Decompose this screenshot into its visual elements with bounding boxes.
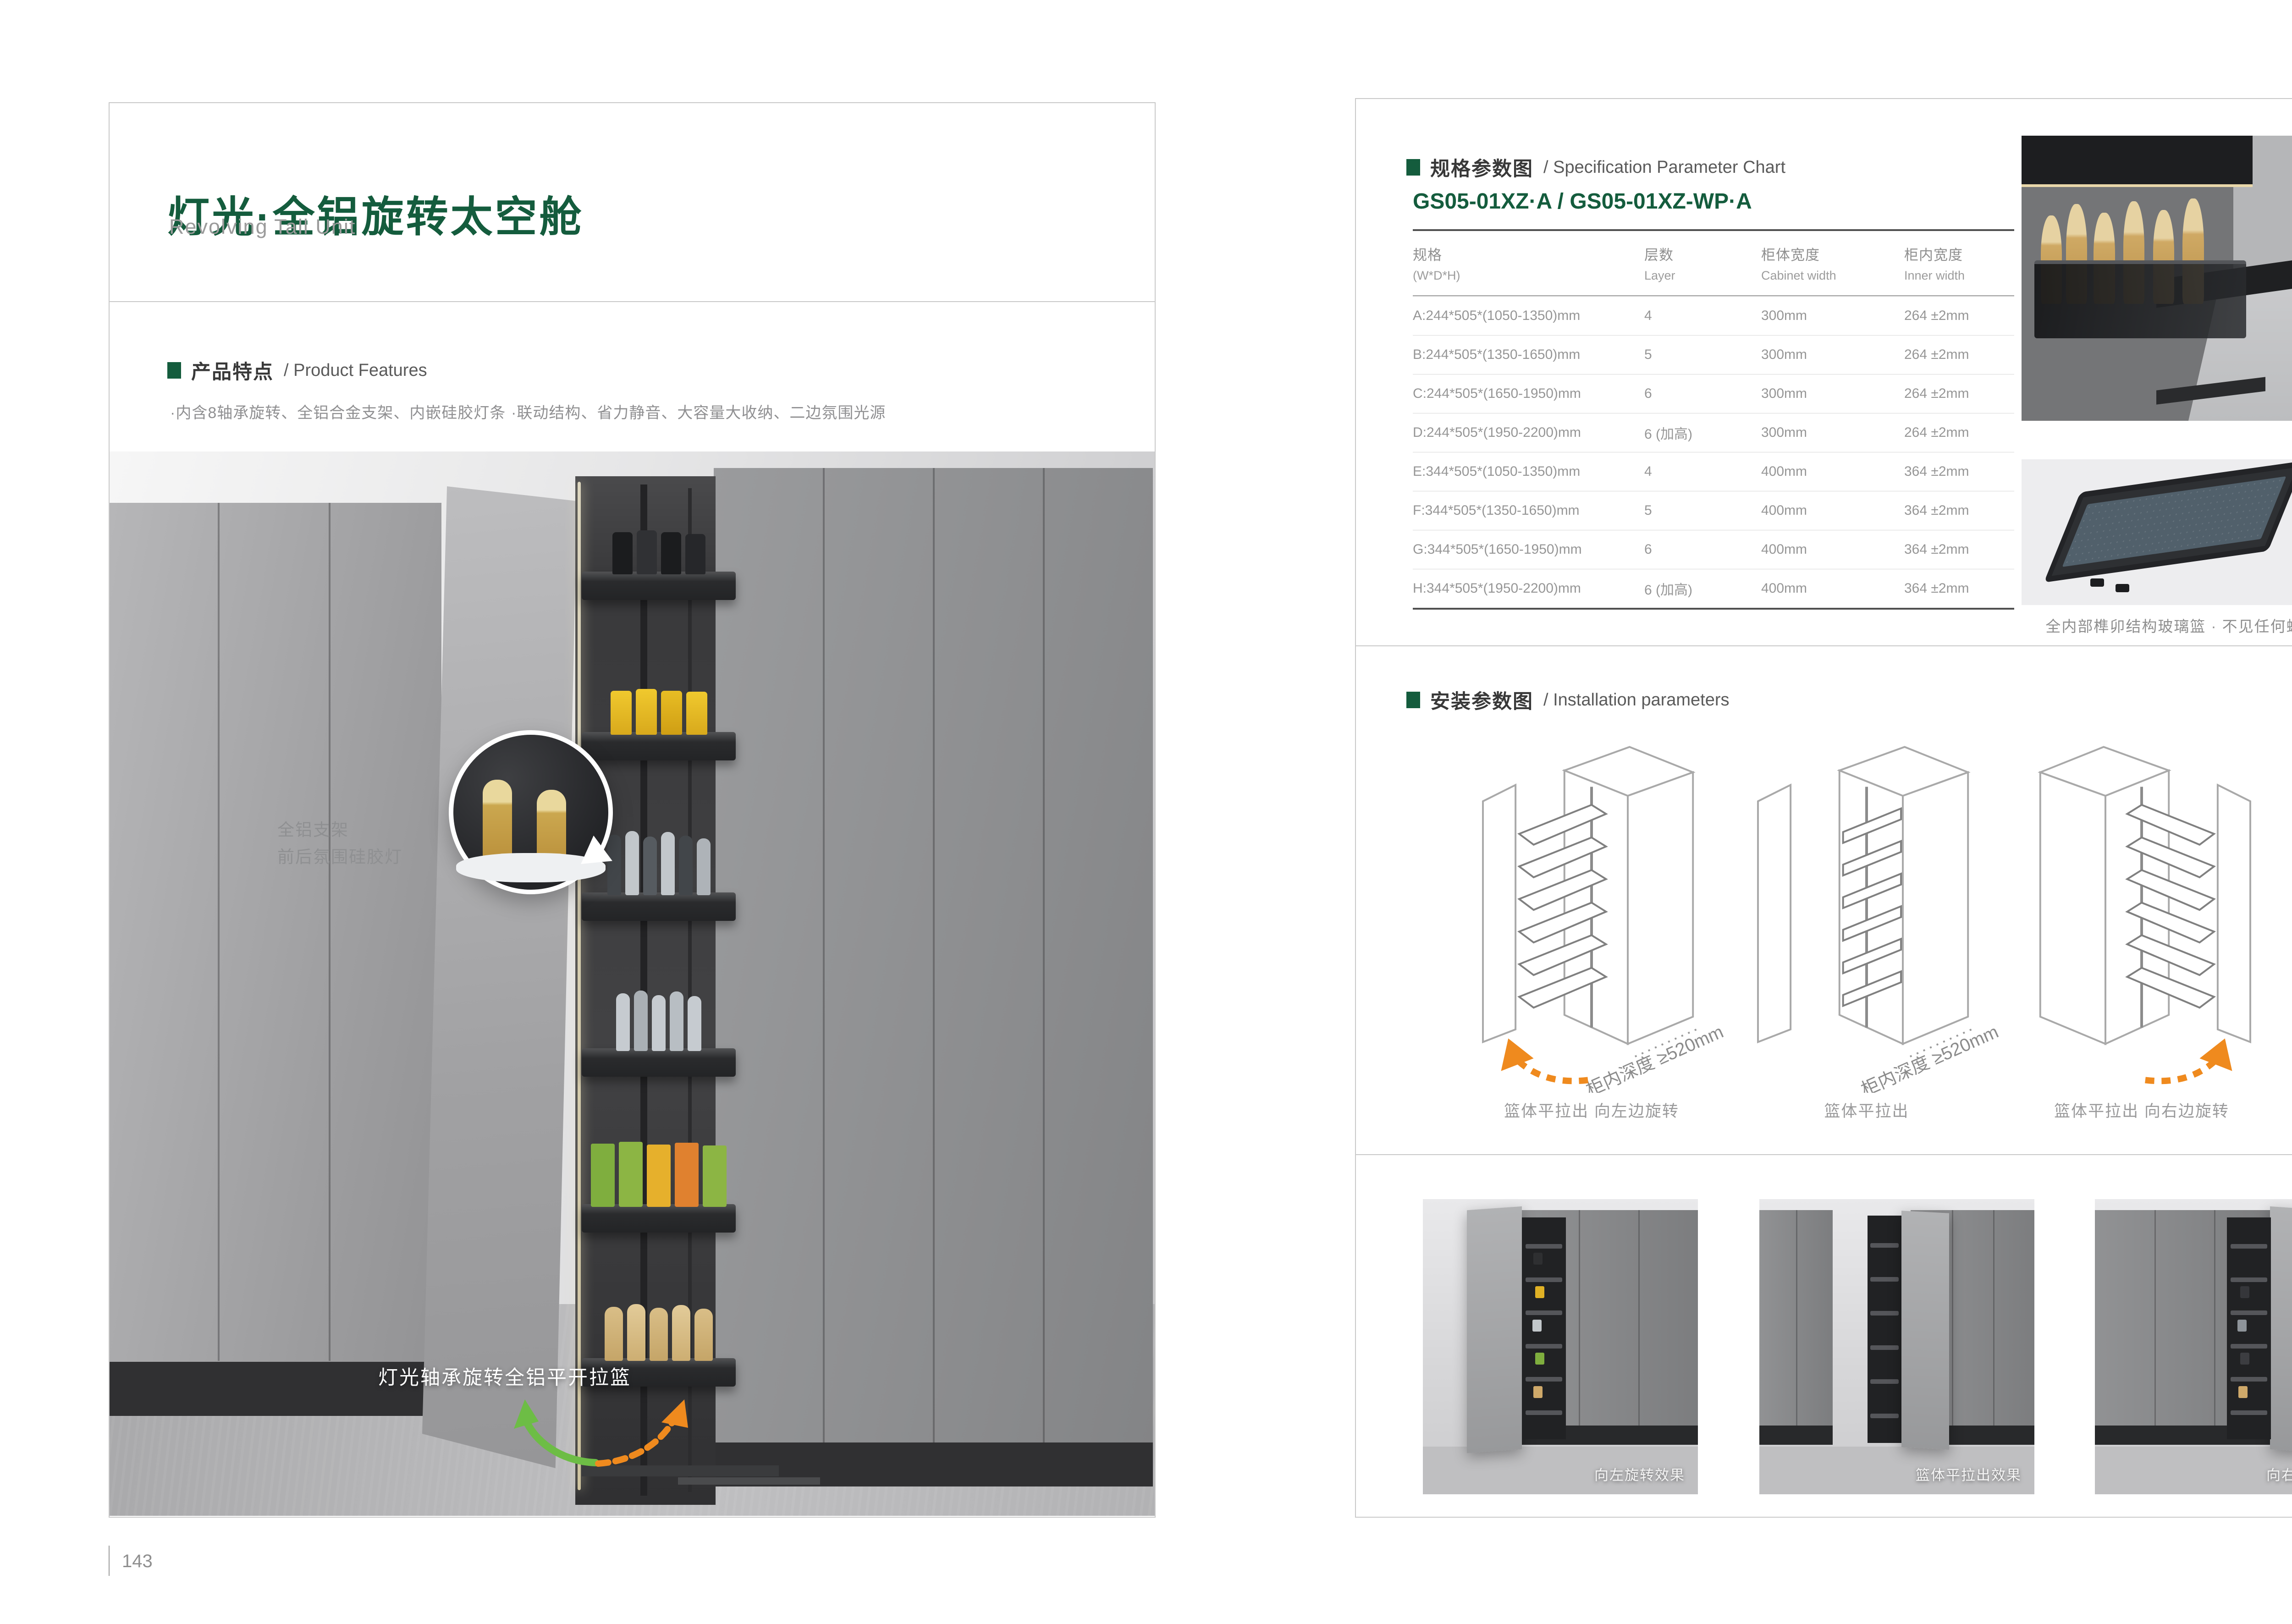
basket-items-cans-dark: [589, 530, 728, 574]
install-diagram-rotate-left: 柜内深度 ≥520mm: [1454, 731, 1729, 1093]
section-divider: [1356, 1154, 2292, 1155]
diagram-caption: 篮体平拉出 向左边旋转: [1454, 1098, 1729, 1122]
spec-table-header: 规格(W*D*H) 层数Layer 柜体宽度Cabinet width 柜内宽度…: [1413, 231, 2014, 296]
spec-photo-basket: [2022, 136, 2292, 421]
gallery-caption: 向右旋转效果: [2266, 1464, 2292, 1484]
right-page: 规格参数图 / Specification Parameter Chart GS…: [1355, 98, 2292, 1518]
callout-line1: 全铝支架: [277, 816, 402, 843]
basket-items-cans-yellow: [589, 689, 728, 735]
detail-zoom-bubble: [449, 730, 613, 894]
basket-level-1: [582, 572, 736, 600]
bottle-graphic: [483, 780, 512, 865]
header-cell: 层数Layer: [1644, 243, 1761, 283]
table-row: A:244*505*(1050-1350)mm4300mm264 ±2mm: [1413, 296, 2014, 335]
gallery-caption: 向左旋转效果: [1594, 1464, 1685, 1484]
model-number: GS05-01XZ·A / GS05-01XZ-WP·A: [1413, 189, 1752, 214]
green-square-icon: [167, 362, 181, 379]
hero-product-photo: 全铝支架 前后氛围硅胶灯 灯光轴承旋转全铝平开拉篮: [110, 451, 1155, 1516]
spec-photo-tray: [2022, 459, 2292, 605]
gallery-photo-pullout: 篮体平拉出效果: [1759, 1199, 2034, 1494]
gallery-photo-rotate-left: 向左旋转效果: [1423, 1199, 1698, 1494]
connector-clip: [2090, 578, 2104, 587]
basket-level-3: [582, 892, 736, 921]
header-cell: 柜内宽度Inner width: [1904, 243, 2014, 283]
table-row: F:344*505*(1350-1650)mm5400mm364 ±2mm: [1413, 491, 2014, 530]
diagram-caption: 篮体平拉出 向右边旋转: [2004, 1098, 2279, 1122]
connector-clip: [2116, 584, 2129, 592]
callout-line2: 前后氛围硅胶灯: [277, 843, 402, 870]
spec-heading-en: / Specification Parameter Chart: [1543, 158, 1785, 177]
left-page: 灯光·全铝旋转太空舱 Revolving Tall Unit 产品特点 / Pr…: [109, 102, 1156, 1518]
page-number-left: 143: [122, 1551, 153, 1572]
glass-basket-with-bottles: [2034, 196, 2246, 338]
features-heading: 产品特点 / Product Features: [167, 356, 427, 385]
hero-bottom-label: 灯光轴承旋转全铝平开拉篮: [378, 1362, 631, 1390]
install-diagram-rotate-right: [2004, 731, 2279, 1093]
basket-items-bottles-clear: [589, 991, 728, 1051]
feature-bullet: ·内含8轴承旋转、全铝合金支架、内嵌硅胶灯条: [170, 400, 506, 423]
table-row: D:244*505*(1950-2200)mm6 (加高)300mm264 ±2…: [1413, 413, 2014, 452]
diagram-caption: 篮体平拉出: [1729, 1098, 2004, 1122]
catalog-spread: 灯光·全铝旋转太空舱 Revolving Tall Unit 产品特点 / Pr…: [0, 0, 2292, 1624]
orange-arrowhead-icon: [661, 1399, 688, 1428]
basket-items-cartons: [589, 1142, 728, 1207]
footer-tick: [109, 1546, 110, 1576]
opened-door-panel: [422, 486, 577, 1468]
feature-bullet: ·联动结构、省力静音、大容量大收纳、二边氛围光源: [511, 400, 886, 423]
spec-heading-cn: 规格参数图: [1430, 153, 1533, 182]
hero-callout-text: 全铝支架 前后氛围硅胶灯: [277, 816, 402, 870]
install-heading-cn: 安装参数图: [1430, 686, 1533, 714]
gallery-photo-rotate-right: 向右旋转效果: [2095, 1199, 2292, 1494]
cabinet-left-group: [110, 503, 441, 1416]
led-light-strip: [578, 482, 581, 1490]
spec-photo-caption: 全内部榫卯结构玻璃篮 · 不见任何螺丝: [2022, 614, 2292, 636]
table-row: E:344*505*(1050-1350)mm4400mm364 ±2mm: [1413, 452, 2014, 491]
extended-slide-rail: [678, 1477, 820, 1485]
spec-table: 规格(W*D*H) 层数Layer 柜体宽度Cabinet width 柜内宽度…: [1413, 229, 2014, 610]
header-cell: 柜体宽度Cabinet width: [1761, 243, 1904, 283]
features-heading-en: / Product Features: [284, 361, 427, 380]
table-row: G:344*505*(1650-1950)mm6400mm364 ±2mm: [1413, 530, 2014, 569]
title-divider: [110, 301, 1155, 302]
green-square-icon: [1406, 159, 1420, 176]
rotation-arrows-graphic: [458, 1392, 724, 1475]
cabinet-right-group: [714, 468, 1153, 1486]
glass-shelf-graphic: [456, 853, 606, 882]
table-row: C:244*505*(1650-1950)mm6300mm264 ±2mm: [1413, 374, 2014, 413]
install-diagram-straight: 柜内深度 ≥520mm: [1729, 731, 2004, 1093]
basket-level-4: [582, 1048, 736, 1077]
table-row: B:244*505*(1350-1650)mm5300mm264 ±2mm: [1413, 335, 2014, 374]
header-cell: 规格(W*D*H): [1413, 243, 1644, 283]
green-arrowhead-icon: [514, 1399, 539, 1429]
green-square-icon: [1406, 692, 1420, 708]
install-heading-en: / Installation parameters: [1543, 690, 1730, 710]
section-divider: [1356, 645, 2292, 646]
basket-items-champagne: [589, 1304, 728, 1361]
basket-level-5: [582, 1204, 736, 1233]
table-row: H:344*505*(1950-2200)mm6 (加高)400mm364 ±2…: [1413, 569, 2014, 608]
glass-tray-graphic: [2044, 461, 2292, 583]
features-heading-cn: 产品特点: [191, 356, 274, 385]
install-heading: 安装参数图 / Installation parameters: [1406, 686, 1730, 714]
page-subtitle: Revolving Tall Unit: [169, 215, 356, 239]
gallery-caption: 篮体平拉出效果: [1916, 1464, 2022, 1484]
basket-level-2: [582, 732, 736, 760]
spec-heading: 规格参数图 / Specification Parameter Chart: [1406, 153, 1785, 182]
